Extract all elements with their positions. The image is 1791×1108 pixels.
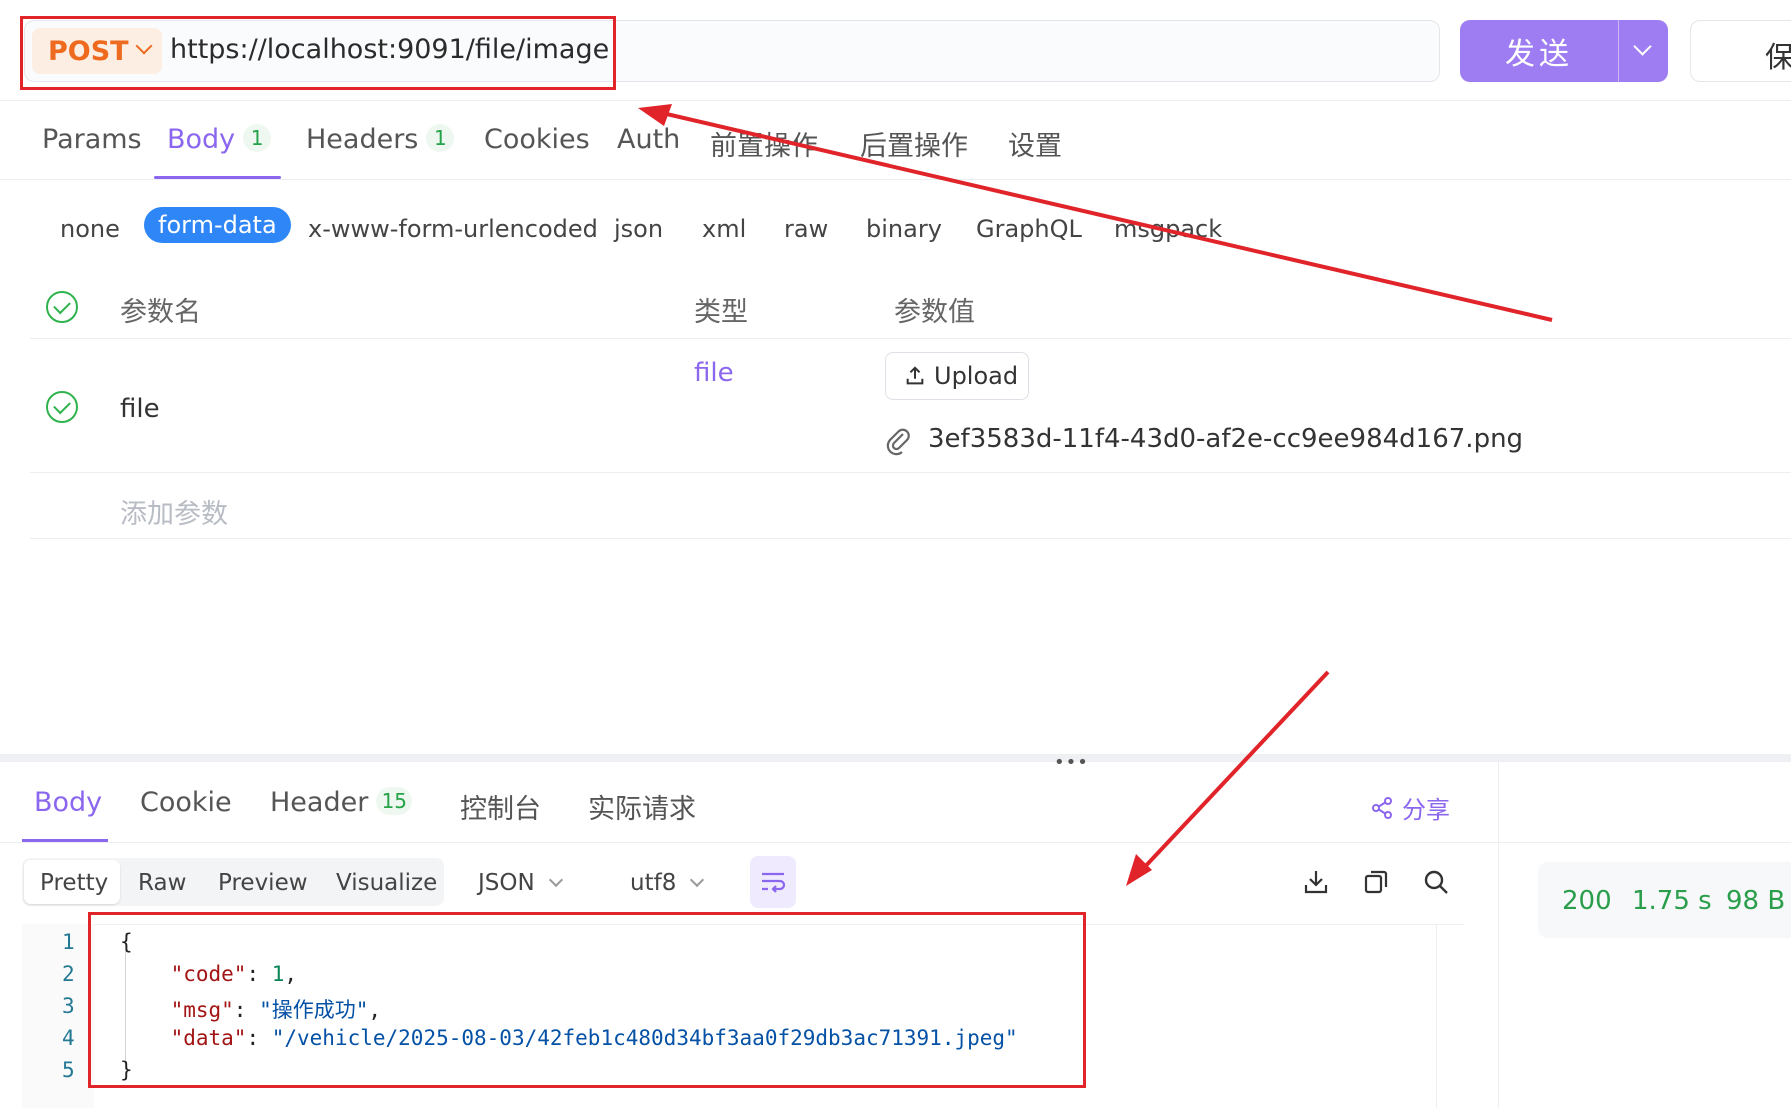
select-all-checkbox[interactable]	[46, 291, 78, 323]
tab-label: Headers	[306, 124, 419, 155]
annotation-box-response	[88, 912, 1086, 1088]
view-mode-raw[interactable]: Raw	[138, 870, 186, 896]
format-label: JSON	[478, 870, 535, 896]
share-label: 分享	[1402, 796, 1450, 824]
save-label: 保	[1765, 40, 1791, 74]
upload-button[interactable]: Upload	[885, 352, 1029, 400]
tab-label: Cookies	[484, 124, 590, 155]
encoding-label: utf8	[630, 870, 677, 896]
response-time: 1.75 s	[1632, 886, 1712, 916]
encoding-select[interactable]: utf8	[630, 870, 705, 896]
body-type-msgpack[interactable]: msgpack	[1114, 215, 1222, 243]
paperclip-icon	[886, 428, 910, 456]
response-tab-console[interactable]: 控制台	[460, 787, 541, 826]
chevron-down-icon	[548, 872, 563, 888]
editor-scrollbar[interactable]	[1436, 924, 1464, 1108]
upload-icon	[906, 366, 924, 385]
line-number: 4	[62, 1026, 75, 1050]
divider	[0, 179, 1791, 180]
tab-label: 控制台	[460, 794, 541, 825]
tab-pre-request[interactable]: 前置操作	[710, 124, 818, 163]
divider	[30, 472, 1791, 473]
send-options-chevron-icon[interactable]	[1633, 37, 1652, 56]
share-icon	[1372, 796, 1392, 819]
tab-label: 前置操作	[710, 131, 818, 162]
column-header-name: 参数名	[120, 297, 201, 328]
body-type-graphql[interactable]: GraphQL	[976, 215, 1082, 243]
divider	[0, 100, 1791, 101]
tab-label: Auth	[617, 124, 681, 155]
view-mode-pretty[interactable]: Pretty	[40, 870, 108, 896]
body-type-form-data[interactable]: form-data	[144, 207, 291, 243]
drag-handle-icon[interactable]: •••	[1054, 752, 1089, 773]
send-button[interactable]: 发送	[1460, 20, 1668, 82]
send-divider	[1618, 20, 1619, 82]
tab-label: Cookie	[140, 787, 232, 818]
response-size: 98 B	[1726, 886, 1786, 916]
body-type-binary[interactable]: binary	[866, 215, 942, 243]
divider	[30, 338, 1791, 339]
save-button[interactable]: 保	[1690, 20, 1791, 82]
copy-icon[interactable]	[1362, 868, 1390, 896]
line-number: 2	[62, 962, 75, 986]
response-tab-actual-request[interactable]: 实际请求	[588, 787, 696, 826]
column-header-type: 类型	[694, 297, 748, 328]
tab-body[interactable]: Body 1	[167, 124, 272, 155]
body-type-raw[interactable]: raw	[784, 215, 828, 243]
line-number: 1	[62, 930, 75, 954]
body-type-none[interactable]: none	[60, 215, 120, 243]
tab-label: 实际请求	[588, 794, 696, 825]
tab-label: 设置	[1008, 131, 1062, 162]
tab-badge: 1	[426, 124, 455, 152]
column-header-value: 参数值	[894, 297, 975, 328]
line-gutter	[22, 924, 94, 1108]
response-tab-header[interactable]: Header 15	[270, 787, 413, 818]
panel-splitter[interactable]	[0, 754, 1791, 762]
divider	[0, 842, 1498, 843]
chevron-down-icon	[690, 872, 705, 888]
tab-post-request[interactable]: 后置操作	[860, 124, 968, 163]
download-icon[interactable]	[1302, 868, 1330, 896]
tab-badge: 1	[243, 124, 272, 152]
arrowhead-icon	[638, 104, 672, 126]
share-button[interactable]: 分享	[1370, 790, 1450, 825]
arrowhead-icon	[1126, 854, 1152, 886]
wrap-icon	[762, 872, 786, 893]
line-number: 3	[62, 994, 75, 1018]
tab-settings[interactable]: 设置	[1008, 124, 1062, 163]
body-type-urlencoded[interactable]: x-www-form-urlencoded	[308, 215, 598, 243]
view-mode-preview[interactable]: Preview	[218, 870, 308, 896]
send-label: 发送	[1505, 37, 1573, 72]
param-name[interactable]: file	[120, 394, 160, 424]
tab-headers[interactable]: Headers 1	[306, 124, 455, 155]
search-icon[interactable]	[1422, 868, 1450, 896]
row-checkbox[interactable]	[46, 391, 78, 423]
response-tab-cookie[interactable]: Cookie	[140, 787, 232, 818]
status-code: 200	[1562, 886, 1612, 916]
view-mode-visualize[interactable]: Visualize	[336, 870, 437, 896]
tab-label: 后置操作	[860, 131, 968, 162]
tab-label: Header	[270, 787, 369, 818]
param-type[interactable]: file	[694, 358, 734, 388]
tab-label: Body	[167, 124, 236, 155]
body-type-xml[interactable]: xml	[702, 215, 746, 243]
divider	[30, 538, 1791, 539]
divider	[1498, 842, 1791, 843]
upload-label: Upload	[934, 362, 1019, 390]
tab-label: Body	[34, 787, 103, 818]
attached-file-name[interactable]: 3ef3583d-11f4-43d0-af2e-cc9ee984d167.png	[928, 424, 1523, 454]
annotation-box-url	[20, 16, 616, 90]
response-tab-body[interactable]: Body	[34, 787, 102, 818]
panel-divider	[1498, 762, 1499, 1108]
word-wrap-button[interactable]	[750, 856, 796, 908]
tab-params[interactable]: Params	[42, 124, 142, 155]
add-param-placeholder[interactable]: 添加参数	[120, 492, 228, 531]
tab-badge: 15	[376, 787, 413, 815]
line-number: 5	[62, 1058, 75, 1082]
body-type-json[interactable]: json	[614, 215, 663, 243]
tab-cookies[interactable]: Cookies	[484, 124, 590, 155]
tab-label: Params	[42, 124, 142, 155]
tab-auth[interactable]: Auth	[617, 124, 680, 155]
format-select[interactable]: JSON	[478, 870, 563, 896]
